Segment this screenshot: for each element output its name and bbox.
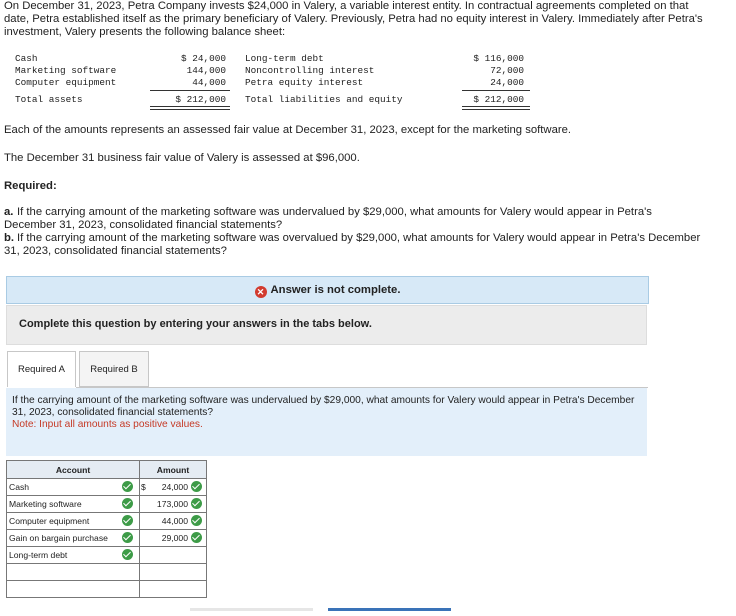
check-icon <box>122 532 133 543</box>
amount-cell[interactable]: 29,000 <box>139 529 207 547</box>
account-cell[interactable]: Long-term debt <box>6 546 140 564</box>
error-icon: ✕ <box>254 286 267 298</box>
account-value: Computer equipment <box>9 516 90 526</box>
answer-table: Account Amount Cash $24,000 Marketing soft… <box>6 460 207 598</box>
tab-required-a[interactable]: Required A <box>7 351 76 387</box>
bs-total-liab-label: Total liabilities and equity <box>245 94 403 105</box>
bs-rule <box>462 90 530 91</box>
question-panel: If the carrying amount of the marketing … <box>6 388 647 456</box>
amount-cell[interactable] <box>139 546 207 564</box>
account-value: Long-term debt <box>9 550 68 560</box>
account-value: Marketing software <box>9 499 82 509</box>
required-heading: Required: <box>4 180 57 192</box>
requirement-a: a. If the carrying amount of the marketin… <box>4 206 704 232</box>
bs-liab-label: Long-term debt <box>245 53 324 64</box>
scroll-indicator <box>190 608 313 611</box>
account-cell[interactable]: Computer equipment <box>6 512 140 530</box>
bs-liab-value: 24,000 <box>490 77 524 88</box>
req-b-text: If the carrying amount of the marketing … <box>4 232 701 257</box>
account-cell[interactable]: Cash <box>6 478 140 496</box>
bs-liab-label: Petra equity interest <box>245 77 364 88</box>
account-cell[interactable] <box>6 563 140 581</box>
header-account: Account <box>6 460 140 479</box>
paragraph-business-value: The December 31 business fair value of V… <box>4 152 360 164</box>
instruction-bar: Complete this question by entering your … <box>6 305 647 345</box>
requirement-b: b. If the carrying amount of the marketin… <box>4 232 704 258</box>
table-row: Gain on bargain purchase 29,000 <box>6 529 207 547</box>
status-banner: ✕ Answer is not complete. <box>6 276 649 304</box>
check-icon <box>191 532 202 543</box>
amount-cell[interactable] <box>139 580 207 598</box>
account-cell[interactable]: Gain on bargain purchase <box>6 529 140 547</box>
bs-liab-value: $ 116,000 <box>473 53 524 64</box>
bs-asset-value: 144,000 <box>186 65 226 76</box>
table-row <box>6 563 207 581</box>
bs-rule <box>150 90 230 91</box>
check-icon <box>191 515 202 526</box>
amount-value: 173,000 <box>156 499 188 509</box>
problem-intro: On December 31, 2023, Petra Company inve… <box>4 0 703 38</box>
amount-cell[interactable] <box>139 563 207 581</box>
account-value: Cash <box>9 482 30 492</box>
bs-liab-label: Noncontrolling interest <box>245 65 375 76</box>
bs-total-assets: $ 212,000 <box>175 94 226 105</box>
bs-total-assets-label: Total assets <box>15 94 83 105</box>
account-cell[interactable]: Marketing software <box>6 495 140 513</box>
bs-total-liab: $ 212,000 <box>473 94 524 105</box>
amount-value: 44,000 <box>161 516 188 526</box>
req-b-letter: b. <box>4 232 15 244</box>
bs-double-rule <box>150 106 230 110</box>
note-text: Note: Input all amounts as positive valu… <box>12 419 203 430</box>
bs-liab-value: 72,000 <box>490 65 524 76</box>
question-text: If the carrying amount of the marketing … <box>12 395 635 418</box>
tab-required-b[interactable]: Required B <box>79 351 149 387</box>
check-icon <box>122 481 133 492</box>
check-icon <box>191 498 202 509</box>
bs-asset-label: Cash <box>15 53 38 64</box>
bs-asset-value: $ 24,000 <box>180 53 226 64</box>
account-cell[interactable] <box>6 580 140 598</box>
amount-cell[interactable]: 173,000 <box>139 495 207 513</box>
amount-value: 24,000 <box>161 482 188 492</box>
check-icon <box>191 481 202 492</box>
check-icon <box>122 549 133 560</box>
amount-value: 29,000 <box>161 533 188 543</box>
table-row: Marketing software 173,000 <box>6 495 207 513</box>
check-icon <box>122 515 133 526</box>
req-a-text: If the carrying amount of the marketing … <box>4 206 652 231</box>
amount-cell[interactable]: $24,000 <box>139 478 207 496</box>
req-a-letter: a. <box>4 206 14 218</box>
table-row: Computer equipment 44,000 <box>6 512 207 530</box>
bs-asset-value: 44,000 <box>192 77 226 88</box>
bs-asset-label: Marketing software <box>15 65 117 76</box>
table-row <box>6 580 207 598</box>
scroll-indicator-active <box>328 608 451 611</box>
bs-asset-label: Computer equipment <box>15 77 117 88</box>
dollar-sign: $ <box>141 482 146 492</box>
table-row: Cash $24,000 <box>6 478 207 496</box>
bs-double-rule <box>462 106 530 110</box>
table-row: Long-term debt <box>6 546 207 564</box>
amount-cell[interactable]: 44,000 <box>139 512 207 530</box>
banner-text: Answer is not complete. <box>270 284 401 296</box>
paragraph-fair-value: Each of the amounts represents an assess… <box>4 124 572 136</box>
header-amount: Amount <box>139 460 207 479</box>
account-value: Gain on bargain purchase <box>9 533 108 543</box>
check-icon <box>122 498 133 509</box>
